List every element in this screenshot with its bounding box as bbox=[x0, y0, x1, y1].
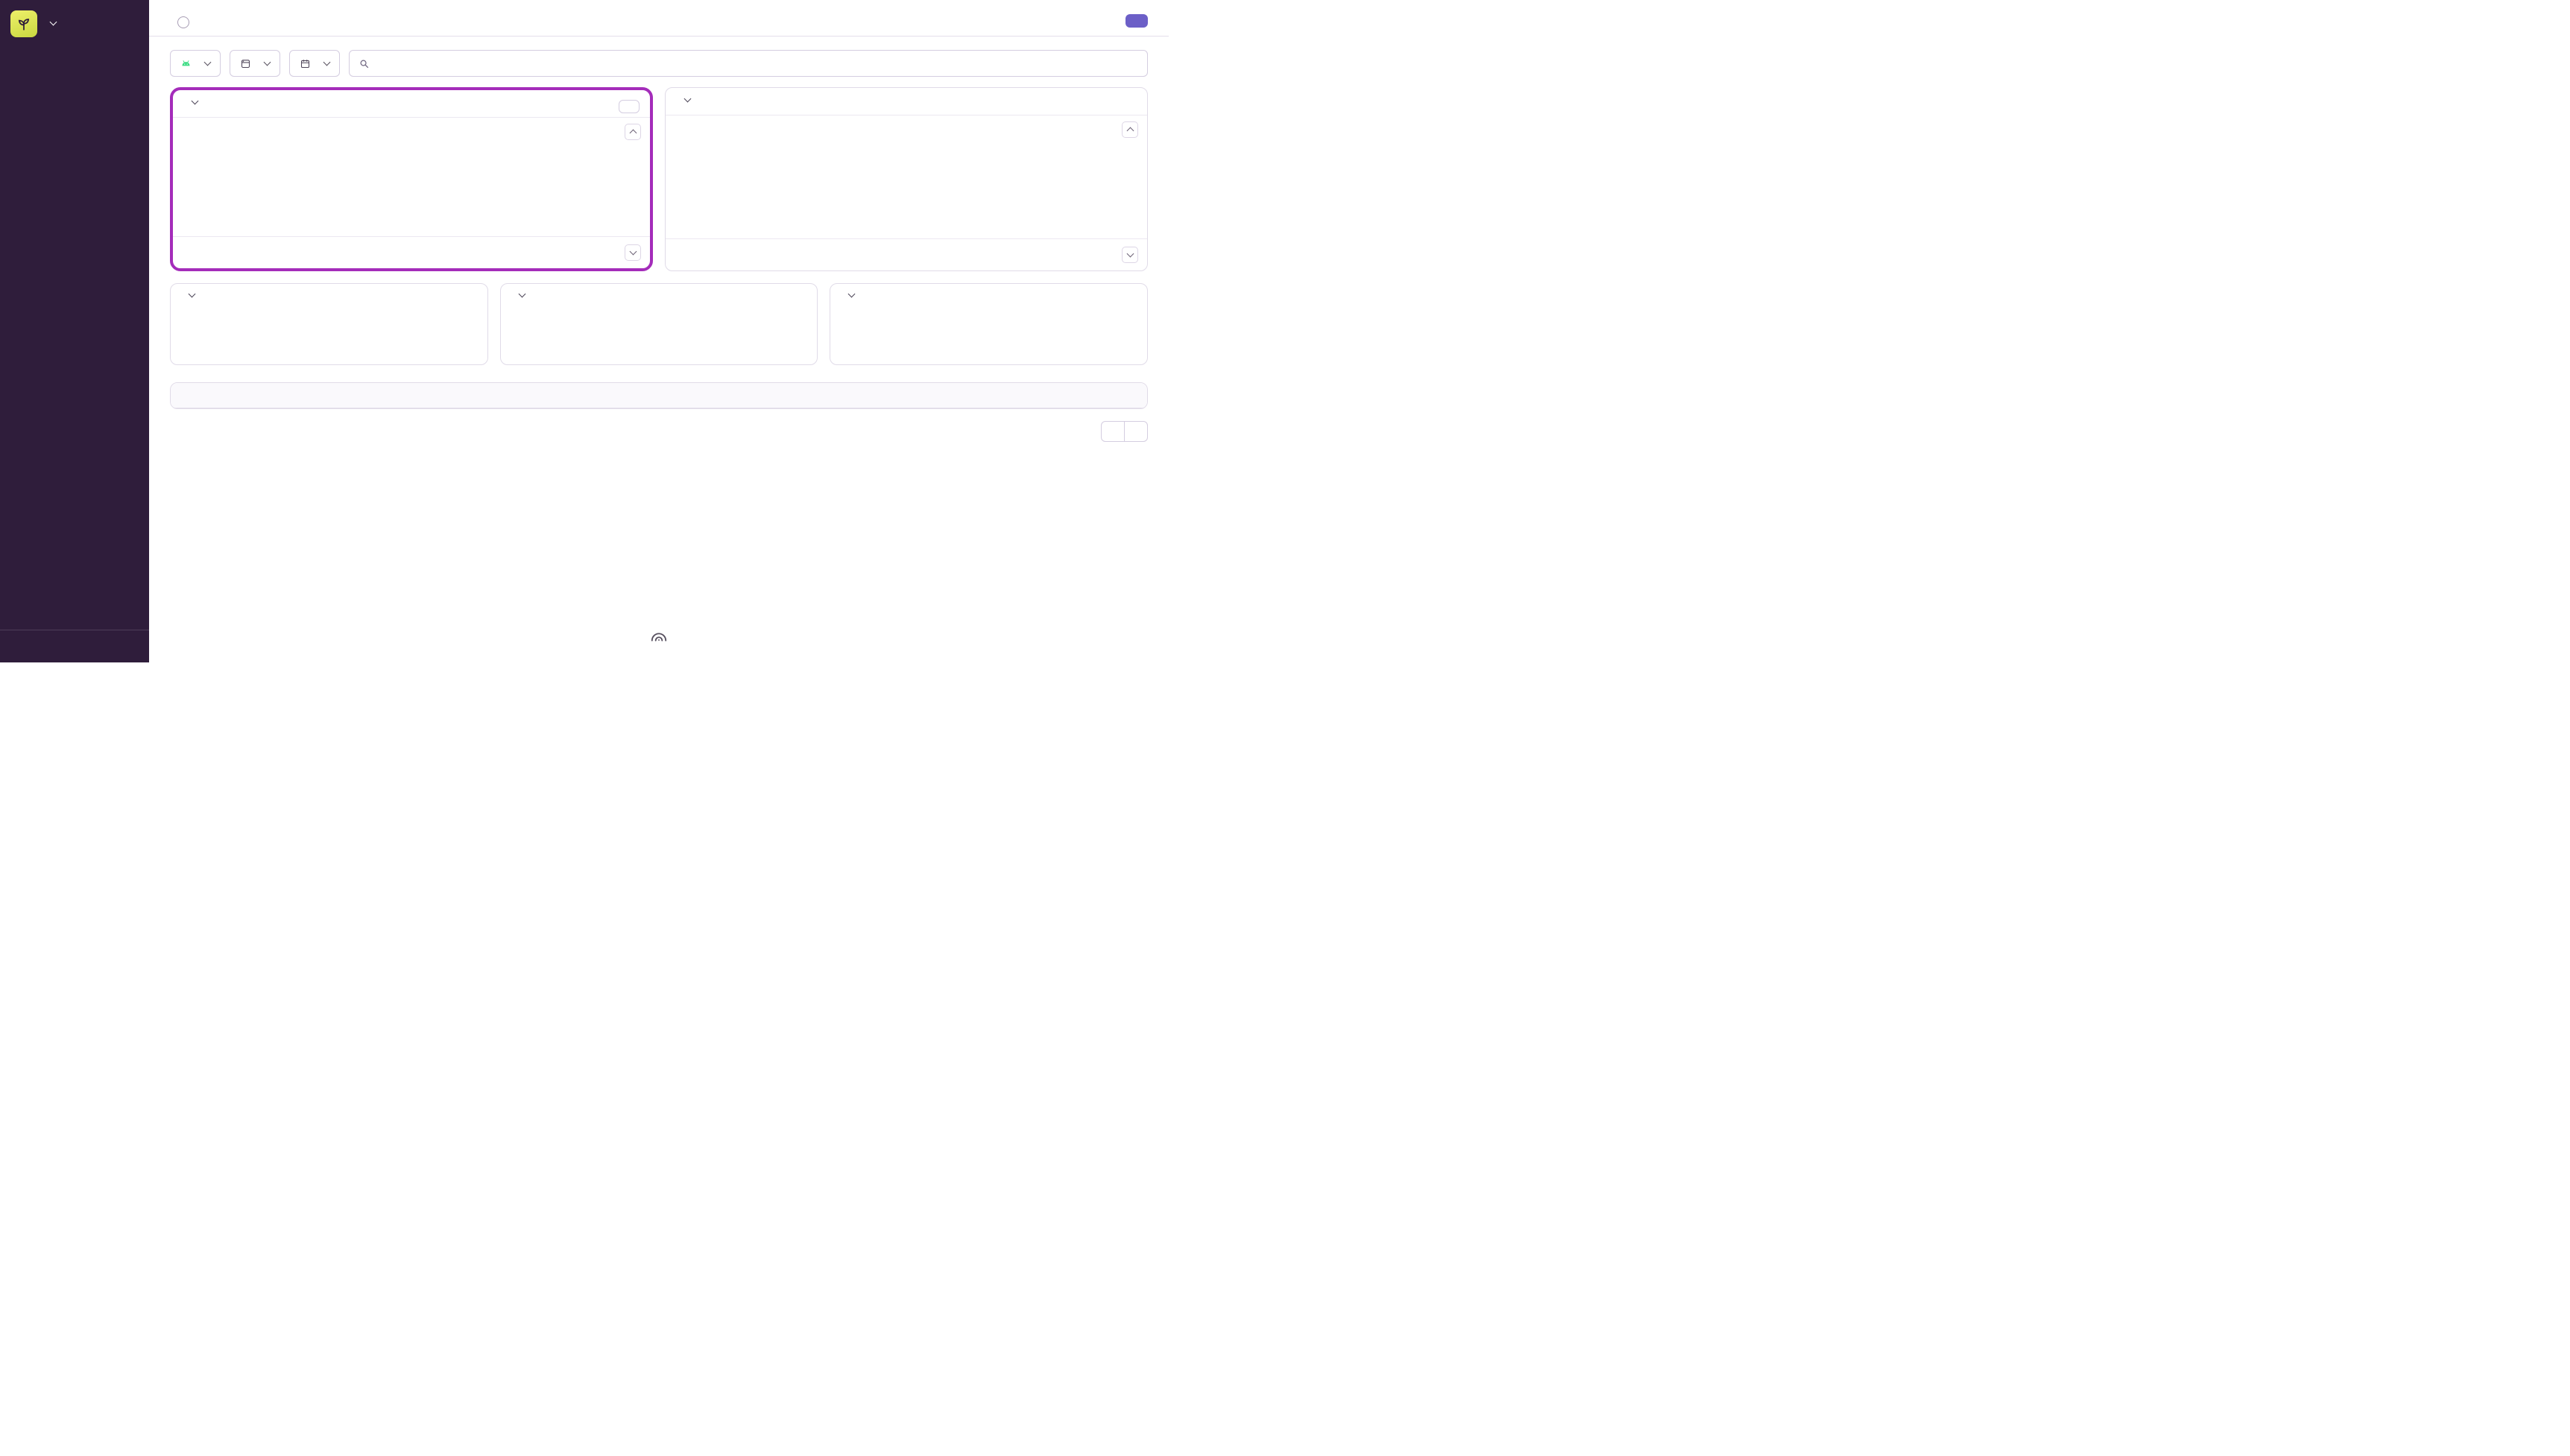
content-area bbox=[149, 37, 1169, 442]
y-axis-labels bbox=[179, 148, 206, 233]
chevron-down-icon bbox=[263, 58, 271, 66]
y-axis-labels bbox=[183, 310, 201, 355]
y-axis-labels bbox=[842, 310, 875, 355]
chevron-down-icon bbox=[1126, 250, 1134, 258]
next-page-button[interactable] bbox=[1124, 421, 1148, 442]
widget-row-1 bbox=[170, 87, 1148, 271]
help-icon[interactable] bbox=[177, 16, 189, 28]
chevron-down-icon bbox=[683, 95, 692, 103]
widget-transaction-row bbox=[173, 236, 650, 268]
frozen-frames-widget bbox=[665, 87, 1148, 271]
sidebar-bottom bbox=[0, 622, 149, 630]
chart-area bbox=[513, 310, 806, 355]
expand-row-button[interactable] bbox=[625, 244, 641, 261]
org-logo bbox=[10, 10, 37, 37]
widget-row-2 bbox=[170, 283, 1148, 365]
chevron-down-icon bbox=[188, 290, 196, 298]
chart-area bbox=[183, 310, 476, 355]
chevron-down-icon bbox=[847, 290, 856, 298]
collapse-row-button[interactable] bbox=[625, 124, 641, 140]
chevron-down-icon bbox=[323, 58, 331, 66]
main-content bbox=[149, 0, 1169, 662]
chevron-down-icon bbox=[49, 18, 57, 26]
chevron-up-icon bbox=[629, 129, 637, 137]
chevron-down-icon bbox=[629, 247, 637, 256]
tpm-widget bbox=[170, 283, 488, 365]
chevron-down-icon bbox=[203, 58, 212, 66]
chart-area bbox=[842, 310, 1135, 355]
collapse-row-button[interactable] bbox=[1122, 121, 1138, 138]
project-filter-dropdown[interactable] bbox=[170, 50, 221, 77]
chart-area bbox=[666, 144, 1147, 234]
widget-header bbox=[666, 88, 1147, 115]
pagination bbox=[170, 421, 1148, 442]
tpm-chart bbox=[201, 310, 476, 355]
warm-startup-chart bbox=[531, 310, 806, 355]
org-switcher[interactable] bbox=[0, 0, 149, 46]
android-project-icon bbox=[180, 58, 192, 69]
page-header bbox=[149, 0, 1169, 28]
chevron-down-icon bbox=[518, 290, 526, 298]
page-footer bbox=[149, 613, 1169, 662]
environment-icon bbox=[240, 58, 251, 69]
cold-startup-widget bbox=[830, 283, 1148, 365]
previous-page-button[interactable] bbox=[1101, 421, 1125, 442]
expand-row-button[interactable] bbox=[1122, 247, 1138, 263]
frozen-frames-chart bbox=[698, 145, 1137, 231]
y-axis-labels bbox=[513, 310, 531, 355]
sidebar bbox=[0, 0, 149, 662]
sentry-logo bbox=[649, 625, 669, 645]
transactions-table bbox=[170, 382, 1148, 409]
filter-bar bbox=[170, 50, 1148, 77]
collapse-button[interactable] bbox=[0, 630, 149, 662]
chevron-up-icon bbox=[1126, 127, 1134, 135]
table-header bbox=[171, 383, 1147, 408]
search-box bbox=[349, 50, 1148, 77]
widget-transaction-row bbox=[666, 238, 1147, 270]
chart-area bbox=[173, 146, 650, 236]
environment-filter-dropdown[interactable] bbox=[230, 50, 280, 77]
widget-transaction-row bbox=[173, 118, 650, 146]
y-axis-labels bbox=[672, 145, 698, 231]
avg-ttids-chart bbox=[206, 148, 640, 233]
calendar-icon bbox=[300, 58, 311, 69]
view-trends-button[interactable] bbox=[1125, 14, 1148, 28]
search-icon bbox=[359, 58, 370, 69]
view-all-button[interactable] bbox=[619, 100, 640, 113]
warm-startup-widget bbox=[499, 283, 818, 365]
app-root bbox=[0, 0, 1169, 662]
chevron-down-icon bbox=[191, 97, 199, 105]
cold-startup-chart bbox=[875, 310, 1135, 355]
widget-header bbox=[173, 90, 650, 118]
widget-transaction-row bbox=[666, 115, 1147, 144]
search-input[interactable] bbox=[376, 57, 1138, 69]
plant-icon bbox=[18, 19, 30, 31]
date-range-dropdown[interactable] bbox=[289, 50, 340, 77]
avg-ttids-widget bbox=[170, 87, 653, 271]
